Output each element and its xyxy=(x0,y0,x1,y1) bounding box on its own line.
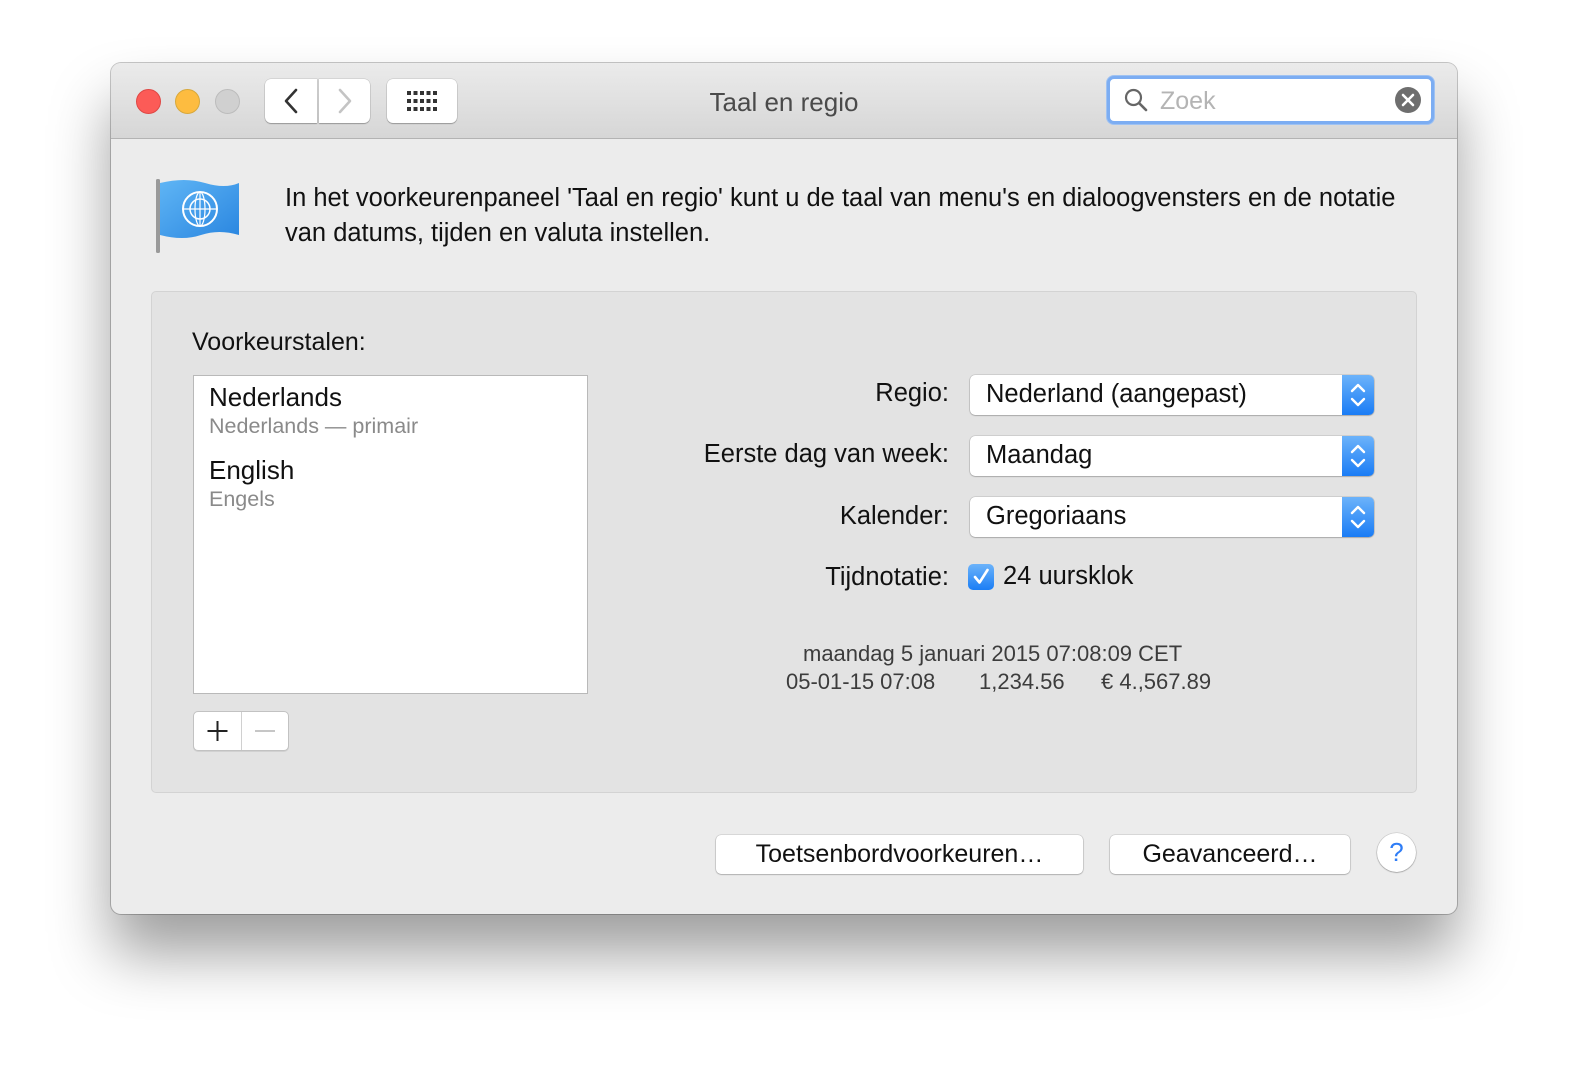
time-format-label: Tijdnotatie: xyxy=(825,563,949,591)
language-subtitle: Engels xyxy=(209,487,275,511)
sample-number: 1,234.56 xyxy=(979,669,1065,694)
close-icon xyxy=(1401,93,1415,107)
calendar-popup[interactable]: Gregoriaans xyxy=(970,497,1374,537)
advanced-button[interactable]: Geavanceerd… xyxy=(1110,835,1350,874)
globe-flag-icon xyxy=(156,179,239,253)
minus-icon xyxy=(255,730,275,732)
settings-panel: Voorkeurstalen: Nederlands Nederlands — … xyxy=(151,291,1417,793)
first-day-label: Eerste dag van week: xyxy=(703,440,949,468)
preferences-window: Taal en regio In xyxy=(111,63,1457,914)
search-input[interactable] xyxy=(1158,85,1392,117)
remove-language-button[interactable] xyxy=(242,712,288,750)
popup-arrows-icon xyxy=(1342,375,1374,415)
sample-short-date: 05-01-15 07:08 xyxy=(786,669,936,694)
search-field[interactable] xyxy=(1107,76,1434,124)
add-language-button[interactable] xyxy=(194,712,241,750)
popup-arrows-icon xyxy=(1342,436,1374,476)
title-bar: Taal en regio xyxy=(111,63,1457,139)
sample-long-date: maandag 5 januari 2015 07:08:09 CET xyxy=(803,641,1183,666)
search-icon xyxy=(1124,88,1148,112)
24-hour-checkbox[interactable] xyxy=(968,564,994,590)
description-text: In het voorkeurenpaneel 'Taal en regio' … xyxy=(285,184,1396,247)
calendar-value: Gregoriaans xyxy=(986,502,1127,530)
add-remove-control xyxy=(193,711,289,751)
keyboard-preferences-button[interactable]: Toetsenbordvoorkeuren… xyxy=(716,835,1083,874)
languages-heading: Voorkeurstalen: xyxy=(192,328,366,356)
region-value: Nederland (aangepast) xyxy=(986,380,1247,408)
plus-icon xyxy=(207,721,228,741)
language-subtitle: Nederlands — primair xyxy=(209,414,419,438)
languages-list[interactable]: Nederlands Nederlands — primair English … xyxy=(193,375,588,694)
language-name: English xyxy=(209,455,295,485)
list-item-english[interactable]: English Engels xyxy=(209,455,294,513)
first-day-value: Maandag xyxy=(986,441,1093,469)
first-day-popup[interactable]: Maandag xyxy=(970,436,1374,476)
region-popup[interactable]: Nederland (aangepast) xyxy=(970,375,1374,415)
language-name: Nederlands xyxy=(209,382,342,412)
list-item-nederlands[interactable]: Nederlands Nederlands — primair xyxy=(209,382,418,440)
popup-arrows-icon xyxy=(1342,497,1374,537)
sample-currency: € 4.,567.89 xyxy=(1101,669,1212,694)
calendar-label: Kalender: xyxy=(839,502,949,530)
checkmark-icon xyxy=(973,568,989,584)
24-hour-checkbox-label[interactable]: 24 uursklok xyxy=(1003,562,1133,591)
help-button[interactable]: ? xyxy=(1377,833,1416,872)
region-label: Regio: xyxy=(875,379,949,407)
clear-search-button[interactable] xyxy=(1395,87,1421,113)
